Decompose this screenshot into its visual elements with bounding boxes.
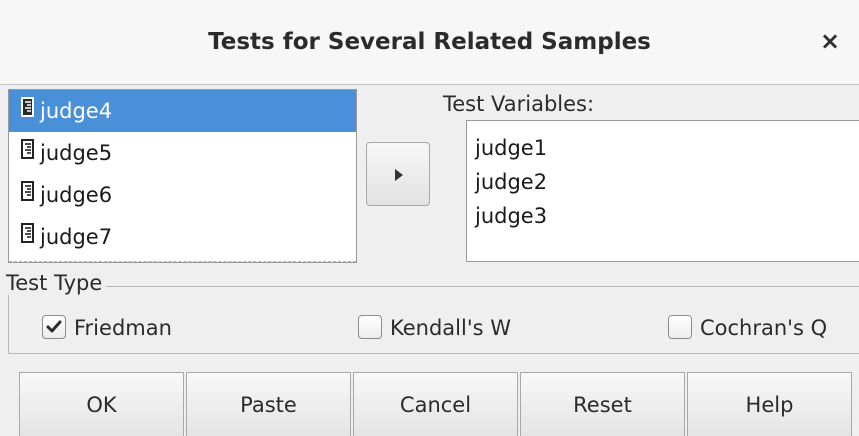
list-item[interactable]: judge4 [9,90,356,132]
ok-button[interactable]: OK [19,372,184,436]
list-item[interactable]: judge5 [9,132,356,174]
list-item[interactable]: judge6 [9,174,356,216]
checkbox-checked-icon [42,315,66,339]
friedman-label: Friedman [74,316,172,340]
title-separator [0,84,859,85]
scale-variable-icon [21,90,34,131]
cochrans-q-label: Cochran's Q [700,316,828,340]
list-item-label: judge7 [40,225,113,249]
triangle-right-icon [395,169,403,181]
kendalls-w-label: Kendall's W [390,316,511,340]
test-variables-label: Test Variables: [443,92,595,116]
friedman-checkbox[interactable]: Friedman [42,312,172,344]
scale-variable-icon [21,173,34,215]
checkbox-unchecked-icon [358,315,382,339]
dialog: Tests for Several Related Samples × judg… [0,0,859,436]
source-variable-list[interactable]: judge4 judge5 judge6 judge7 [8,89,357,263]
list-item-label: judge5 [40,141,113,165]
help-button[interactable]: Help [687,372,852,436]
scale-variable-icon [21,131,34,173]
paste-button[interactable]: Paste [186,372,351,436]
cancel-button[interactable]: Cancel [353,372,518,436]
checkbox-unchecked-icon [668,315,692,339]
cochrans-q-checkbox[interactable]: Cochran's Q [668,312,827,344]
reset-button[interactable]: Reset [520,372,685,436]
list-item-label: judge4 [40,99,113,123]
move-to-test-variables-button[interactable] [366,142,430,206]
list-item-label: judge6 [40,183,113,207]
list-item[interactable]: judge7 [9,216,356,258]
scale-variable-icon [21,215,34,257]
kendalls-w-checkbox[interactable]: Kendall's W [358,312,511,344]
close-icon[interactable]: × [815,26,845,56]
test-type-legend: Test Type [6,271,107,295]
dialog-title: Tests for Several Related Samples [208,29,651,55]
test-variables-list[interactable]: judge1 judge2 judge3 [466,120,859,262]
